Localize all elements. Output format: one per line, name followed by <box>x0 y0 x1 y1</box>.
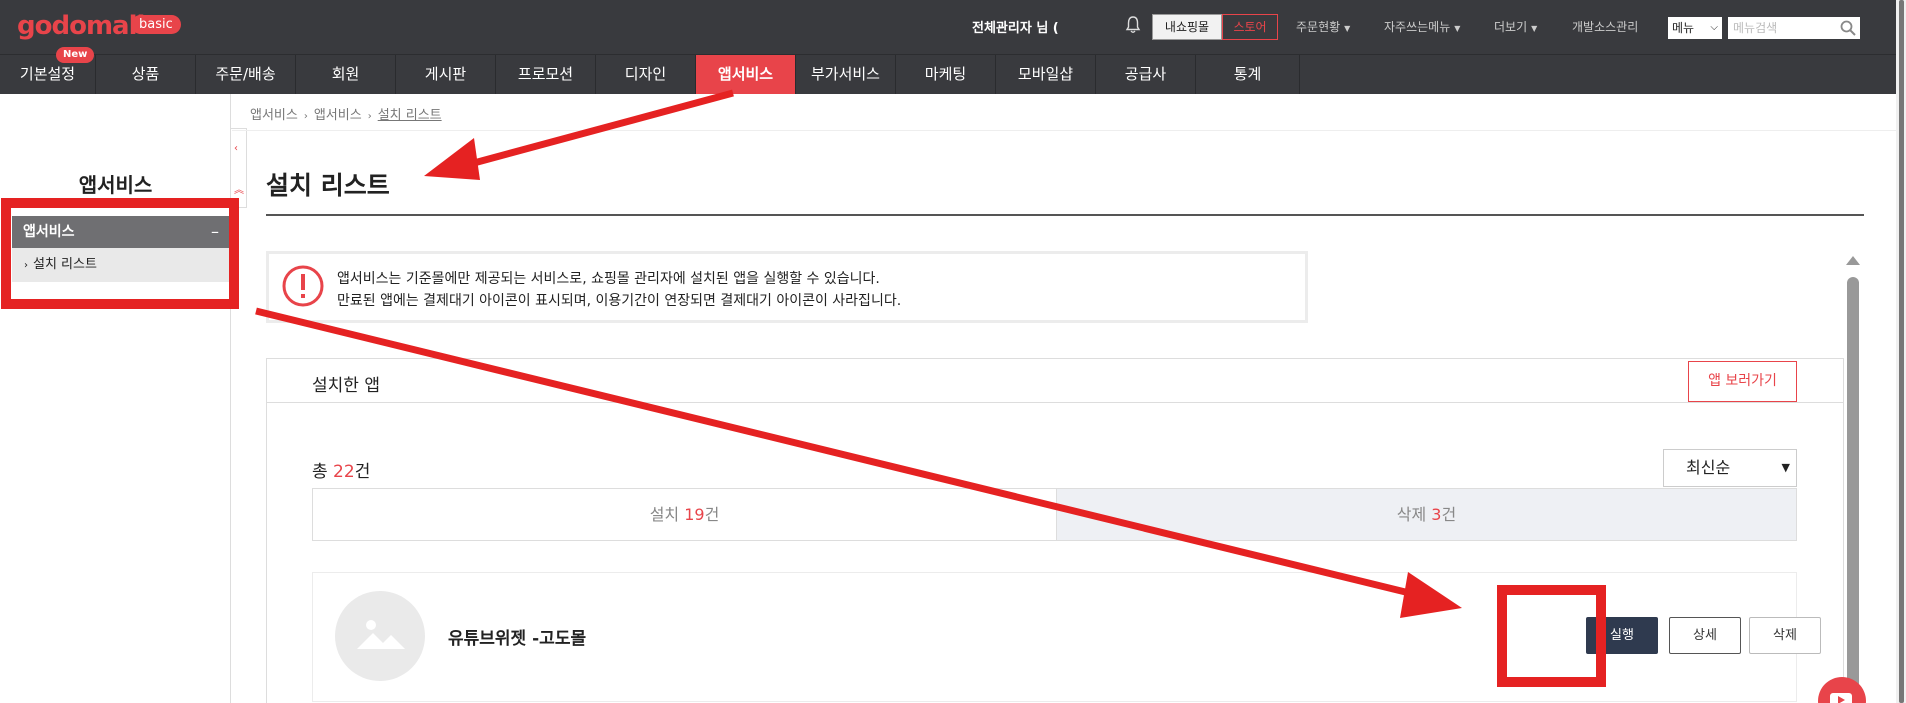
sort-select[interactable]: 최신순 ▼ <box>1663 449 1797 487</box>
menu-select[interactable]: 메뉴 ⌵ <box>1668 17 1722 39</box>
chevron-left-icon[interactable]: ‹ <box>234 143 238 154</box>
chevron-down-icon: ▼ <box>1781 461 1790 474</box>
nav-supplier[interactable]: 공급사 <box>1096 55 1196 94</box>
notice-text: 만료된 앱에는 결제대기 아이콘이 표시되며, 이용기간이 연장되면 결제대기 … <box>337 293 902 309</box>
page-title: 설치 리스트 <box>266 171 390 200</box>
nav-products[interactable]: 상품 <box>96 55 196 94</box>
sidebar: 앱서비스 앱서비스 – › 설치 리스트 <box>0 94 231 703</box>
chevron-right-icon: › <box>303 111 308 122</box>
detail-button[interactable]: 상세 <box>1669 617 1741 654</box>
dev-source-link[interactable]: 개발소스관리 <box>1572 18 1638 35</box>
run-button[interactable]: 실행 <box>1586 617 1658 654</box>
logo[interactable]: godomall <box>17 11 145 41</box>
divider <box>266 214 1864 216</box>
chevron-right-icon: › <box>367 111 372 122</box>
tab-installed[interactable]: 설치 19건 <box>313 489 1056 540</box>
admin-name: 전체관리자 님 ( <box>972 21 1059 36</box>
youtube-floating-button[interactable] <box>1818 677 1866 703</box>
chevron-down-icon: ▼ <box>1454 24 1461 33</box>
bell-icon[interactable] <box>1125 16 1141 34</box>
breadcrumb-item[interactable]: 앱서비스 <box>250 108 298 123</box>
notice-box: 앱서비스는 기준몰에만 제공되는 서비스로, 쇼핑몰 관리자에 설치된 앱을 실… <box>266 251 1308 323</box>
nav-mobile-shop[interactable]: 모바일샵 <box>996 55 1096 94</box>
more-link[interactable]: 더보기 ▼ <box>1494 18 1537 35</box>
page-scrollbar-thumb[interactable] <box>1899 0 1904 703</box>
tab-deleted[interactable]: 삭제 3건 <box>1056 489 1796 540</box>
view-apps-button[interactable]: 앱 보러가기 <box>1688 361 1797 402</box>
divider <box>267 402 1843 403</box>
chevron-down-icon: ▼ <box>1344 24 1351 33</box>
breadcrumb-current[interactable]: 설치 리스트 <box>378 108 442 123</box>
chevron-down-icon: ▼ <box>1531 24 1538 33</box>
my-shop-button[interactable]: 내쇼핑몰 <box>1152 14 1222 40</box>
app-thumbnail <box>335 591 425 681</box>
nav-marketing[interactable]: 마케팅 <box>896 55 996 94</box>
collapse-icon[interactable]: – <box>211 216 219 248</box>
order-status-link[interactable]: 주문현황 ▼ <box>1296 18 1350 35</box>
app-tabs: 설치 19건 삭제 3건 <box>312 488 1797 541</box>
nav-statistics[interactable]: 통계 <box>1196 55 1300 94</box>
delete-button[interactable]: 삭제 <box>1749 617 1821 654</box>
image-placeholder-icon <box>357 620 405 649</box>
scrollbar-thumb[interactable] <box>1847 277 1859 703</box>
nav-addon-service[interactable]: 부가서비스 <box>796 55 896 94</box>
main-nav: 기본설정 New 상품 주문/배송 회원 게시판 프로모션 디자인 앱서비스 부가… <box>0 47 1896 94</box>
breadcrumb-item[interactable]: 앱서비스 <box>314 108 362 123</box>
app-card: 유튜브위젯 -고도몰 실행 상세 삭제 <box>312 572 1821 702</box>
store-button[interactable]: 스토어 <box>1222 14 1278 40</box>
sidebar-title: 앱서비스 <box>78 173 153 197</box>
nav-orders[interactable]: 주문/배송 <box>196 55 296 94</box>
notice-text: 앱서비스는 기준몰에만 제공되는 서비스로, 쇼핑몰 관리자에 설치된 앱을 실… <box>337 271 880 287</box>
nav-design[interactable]: 디자인 <box>596 55 696 94</box>
chevron-right-icon: › <box>24 260 28 271</box>
panel-title: 설치한 앱 <box>312 376 380 396</box>
nav-basic-settings[interactable]: 기본설정 New <box>0 47 96 94</box>
annotation-arrow <box>424 89 734 180</box>
double-chevron-up-icon[interactable]: ︽ <box>234 181 244 196</box>
installed-apps-panel: 설치한 앱 앱 보러가기 총 22건 최신순 ▼ 설치 19건 삭제 3건 유튜브… <box>266 358 1844 703</box>
divider <box>232 130 1896 131</box>
top-header: godomall basic 전체관리자 님 ( 내쇼핑몰 스토어 주문현황 ▼ … <box>0 0 1896 54</box>
sidebar-item-install-list[interactable]: › 설치 리스트 <box>12 248 231 282</box>
nav-promotion[interactable]: 프로모션 <box>496 55 596 94</box>
favorite-menu-link[interactable]: 자주쓰는메뉴 ▼ <box>1384 18 1460 35</box>
new-badge: New <box>56 47 95 63</box>
sidebar-collapse-tab[interactable]: ‹ ︽ <box>231 128 247 208</box>
youtube-icon <box>1830 693 1852 703</box>
app-name: 유튜브위젯 -고도몰 <box>448 629 587 649</box>
nav-board[interactable]: 게시판 <box>396 55 496 94</box>
scroll-up-arrow[interactable] <box>1846 256 1860 265</box>
search-icon[interactable] <box>1840 20 1856 36</box>
nav-members[interactable]: 회원 <box>296 55 396 94</box>
total-count: 총 22건 <box>312 462 371 482</box>
breadcrumb: 앱서비스 › 앱서비스 › 설치 리스트 <box>250 104 442 123</box>
plan-badge: basic <box>131 15 181 34</box>
exclamation-icon <box>282 265 324 307</box>
chevron-down-icon: ⌵ <box>1710 22 1718 33</box>
nav-app-service[interactable]: 앱서비스 <box>696 55 796 94</box>
sidebar-group-app-service[interactable]: 앱서비스 – <box>12 216 231 248</box>
